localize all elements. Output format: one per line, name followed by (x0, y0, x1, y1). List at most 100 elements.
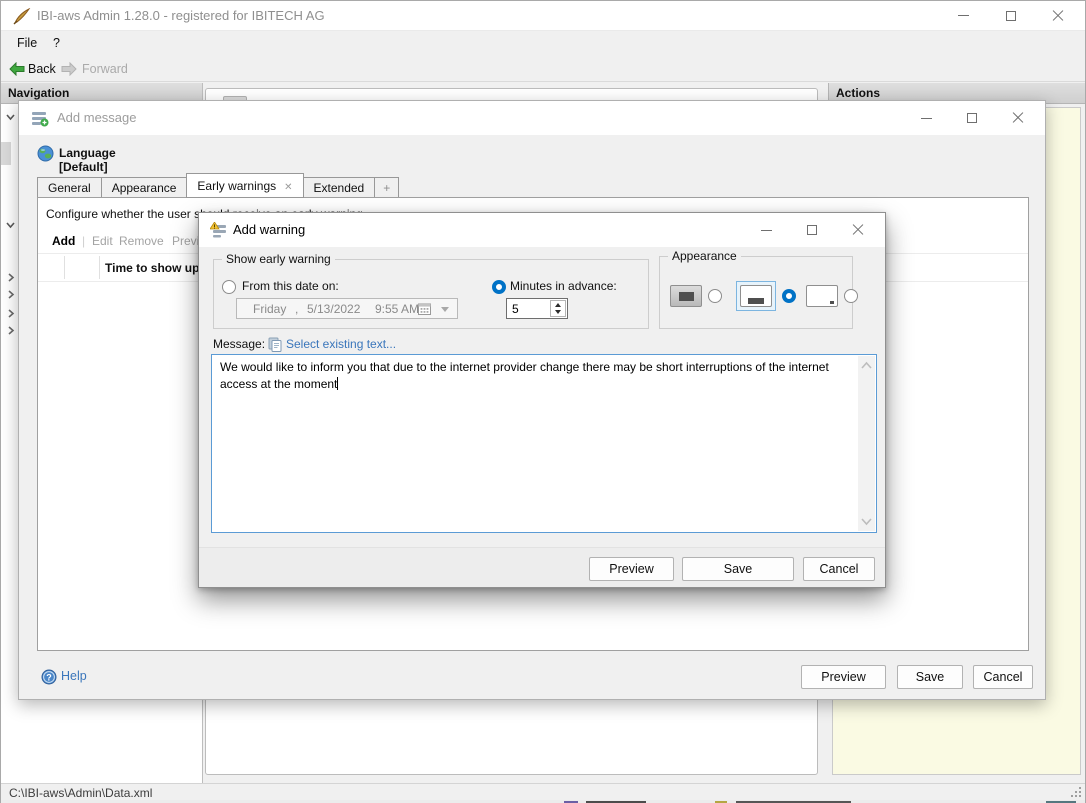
message-text: We would like to inform you that due to … (220, 360, 829, 391)
banner-style-thumbnail[interactable] (740, 285, 772, 307)
dialog-minimize-button[interactable] (903, 101, 949, 135)
chevron-right-icon[interactable] (4, 288, 17, 301)
add-warning-footer: Preview Save Cancel (199, 547, 885, 587)
nav-selected-item[interactable] (1, 142, 11, 165)
close-icon (1052, 10, 1064, 22)
close-icon (852, 224, 864, 236)
minutes-in-advance-radio-label[interactable]: Minutes in advance: (510, 279, 617, 293)
edit-warning-button[interactable]: Edit (92, 234, 113, 248)
text-caret (337, 377, 338, 390)
forward-button[interactable]: Forward (82, 62, 128, 76)
tab-general[interactable]: General (37, 177, 102, 198)
menu-help[interactable]: ? (53, 36, 60, 50)
minimize-button[interactable] (940, 1, 987, 30)
plus-icon: + (383, 181, 390, 195)
maximize-button[interactable] (987, 1, 1034, 30)
cancel-button[interactable]: Cancel (973, 665, 1033, 689)
add-warning-button[interactable]: Add (52, 234, 75, 248)
chevron-down-icon[interactable] (4, 218, 17, 231)
tab-appearance[interactable]: Appearance (101, 177, 188, 198)
close-icon (1012, 112, 1024, 124)
tray-style-radio[interactable] (844, 289, 858, 303)
save-button[interactable]: Save (897, 665, 963, 689)
appearance-group-title: Appearance (668, 249, 741, 263)
message-label: Message: (213, 337, 265, 351)
nav-toolbar: Back Forward (1, 57, 1085, 82)
svg-text:?: ? (46, 672, 52, 682)
minutes-spinner[interactable]: 5 (506, 298, 568, 319)
up-arrow-icon (555, 303, 561, 307)
spinner-down-button[interactable] (551, 308, 565, 316)
select-existing-text-link[interactable]: Select existing text... (286, 337, 486, 351)
appearance-group: Appearance (659, 256, 853, 329)
maximize-icon (1006, 11, 1016, 21)
tab-extended[interactable]: Extended (303, 177, 376, 198)
warning-close-button[interactable] (835, 213, 881, 247)
date-value[interactable]: 5/13/2022 (307, 302, 360, 316)
date-comma: , (295, 302, 298, 316)
add-message-icon (31, 110, 49, 127)
warning-maximize-button[interactable] (789, 213, 835, 247)
add-message-title: Add message (57, 110, 137, 125)
chevron-right-icon[interactable] (4, 324, 17, 337)
show-early-warning-group-title: Show early warning (222, 252, 335, 266)
warning-preview-button[interactable]: Preview (589, 557, 674, 581)
message-textarea[interactable]: We would like to inform you that due to … (211, 354, 877, 533)
banner-style-selected-highlight (736, 281, 776, 311)
date-picker[interactable]: Friday , 5/13/2022 9:55 AM (236, 298, 458, 319)
date-day[interactable]: Friday (253, 302, 286, 316)
minimize-icon (958, 15, 969, 16)
app-window: IBI-aws Admin 1.28.0 - registered for IB… (0, 0, 1086, 803)
add-message-titlebar: Add message (19, 101, 1045, 135)
add-warning-dialog: Add warning Show early warning From this… (198, 212, 886, 588)
banner-style-radio[interactable] (782, 289, 796, 303)
scroll-up-icon[interactable] (860, 361, 873, 370)
show-early-warning-group: Show early warning From this date on: Fr… (213, 259, 649, 329)
minimize-icon (761, 230, 772, 231)
minutes-in-advance-radio[interactable] (492, 280, 506, 294)
maximize-icon (807, 225, 817, 235)
spinner-buttons (550, 300, 566, 317)
chevron-right-icon[interactable] (4, 307, 17, 320)
warning-cancel-button[interactable]: Cancel (803, 557, 875, 581)
status-bar: C:\IBI-aws\Admin\Data.xml (1, 783, 1085, 800)
back-button[interactable]: Back (28, 62, 56, 76)
remove-warning-button[interactable]: Remove (119, 234, 164, 248)
down-arrow-icon (555, 310, 561, 314)
from-date-radio-label[interactable]: From this date on: (242, 279, 339, 293)
preview-button[interactable]: Preview (801, 665, 886, 689)
warning-save-button[interactable]: Save (682, 557, 794, 581)
toolbar-separator: | (82, 234, 85, 248)
from-date-radio[interactable] (222, 280, 236, 294)
chevron-down-icon[interactable] (4, 110, 17, 123)
minimize-icon (921, 118, 932, 119)
fullscreen-style-radio[interactable] (708, 289, 722, 303)
close-button[interactable] (1034, 1, 1081, 30)
minutes-value[interactable]: 5 (512, 302, 519, 316)
calendar-icon[interactable] (418, 303, 431, 315)
column-time-to-show-up[interactable]: Time to show up (105, 261, 199, 275)
resize-grip-icon[interactable] (1071, 787, 1081, 797)
add-tab-button[interactable]: + (374, 177, 399, 198)
add-warning-icon (210, 222, 228, 238)
forward-arrow-icon (61, 62, 77, 76)
chevron-right-icon[interactable] (4, 271, 17, 284)
window-title: IBI-aws Admin 1.28.0 - registered for IB… (37, 8, 325, 23)
date-time[interactable]: 9:55 AM (375, 302, 419, 316)
scroll-down-icon[interactable] (860, 517, 873, 526)
date-dropdown-icon[interactable] (441, 307, 449, 312)
textarea-scrollbar[interactable] (858, 356, 875, 531)
fullscreen-style-thumbnail[interactable] (670, 285, 702, 307)
close-tab-icon[interactable]: ✕ (284, 182, 292, 193)
add-warning-title: Add warning (233, 222, 305, 237)
warning-minimize-button[interactable] (743, 213, 789, 247)
maximize-icon (967, 113, 977, 123)
tray-style-thumbnail[interactable] (806, 285, 838, 307)
tab-early-warnings[interactable]: Early warnings✕ (186, 173, 303, 198)
dialog-close-button[interactable] (995, 101, 1041, 135)
main-titlebar: IBI-aws Admin 1.28.0 - registered for IB… (1, 1, 1085, 31)
dialog-maximize-button[interactable] (949, 101, 995, 135)
menu-bar: File ? (1, 31, 1085, 57)
back-arrow-icon (9, 62, 25, 76)
menu-file[interactable]: File (17, 36, 37, 50)
